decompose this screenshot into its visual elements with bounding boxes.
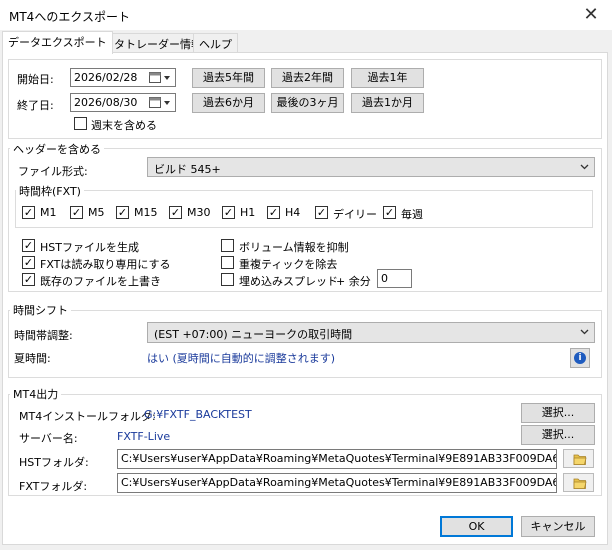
timeframe-group-title: 時間枠(FXT) xyxy=(16,183,84,199)
timeframe-m1-checkbox[interactable]: ✓ xyxy=(22,206,35,219)
embedded-spread-label: 埋め込みスプレッド xyxy=(239,275,338,288)
select-install-folder-button[interactable]: 選択... xyxy=(521,403,595,423)
server-name-label: サーバー名: xyxy=(19,432,78,445)
end-date-label: 終了日: xyxy=(17,99,54,112)
overwrite-files-checkbox[interactable]: ✓ xyxy=(22,273,35,286)
remove-duplicate-ticks-checkbox[interactable] xyxy=(221,256,234,269)
cancel-button[interactable]: キャンセル xyxy=(521,516,595,537)
start-date-value: 2026/02/28 xyxy=(74,71,138,84)
timeframe-m5-checkbox[interactable]: ✓ xyxy=(70,206,83,219)
timeshift-group xyxy=(8,310,602,378)
file-format-value: ビルド 545+ xyxy=(154,163,221,176)
suppress-volume-label: ボリューム情報を抑制 xyxy=(239,241,349,254)
extra-margin-label: + 余分 xyxy=(336,275,371,288)
timeframe-m15-checkbox[interactable]: ✓ xyxy=(116,206,129,219)
info-button[interactable]: i xyxy=(570,348,590,368)
timeframe-daily-checkbox[interactable]: ✓ xyxy=(315,206,328,219)
header-group-title: ヘッダーを含める xyxy=(10,141,104,157)
fxt-readonly-label: FXTは読み取り専用にする xyxy=(40,258,171,271)
fxt-readonly-checkbox[interactable]: ✓ xyxy=(22,256,35,269)
info-icon: i xyxy=(574,352,586,364)
last-2-years-button[interactable]: 過去2年間 xyxy=(271,68,344,88)
generate-hst-checkbox[interactable]: ✓ xyxy=(22,239,35,252)
timeframe-m30-checkbox[interactable]: ✓ xyxy=(169,206,182,219)
timezone-select[interactable]: (EST +07:00) ニューヨークの取引時間 xyxy=(147,322,595,343)
install-folder-value: G:¥FXTF_BACKTEST xyxy=(144,408,252,421)
fxt-folder-browse-button[interactable] xyxy=(563,473,594,492)
timeframe-weekly-checkbox[interactable]: ✓ xyxy=(383,206,396,219)
extra-margin-value: 0 xyxy=(381,272,388,285)
file-format-label: ファイル形式: xyxy=(18,165,88,178)
calendar-icon[interactable] xyxy=(149,96,173,109)
overwrite-files-label: 既存のファイルを上書き xyxy=(40,275,161,288)
timeframe-h1-label: H1 xyxy=(240,206,256,219)
chevron-down-icon xyxy=(580,329,589,335)
select-server-button[interactable]: 選択... xyxy=(521,425,595,445)
output-group-title: MT4出力 xyxy=(10,386,62,402)
generate-hst-label: HSTファイルを生成 xyxy=(40,241,139,254)
folder-icon xyxy=(573,454,587,465)
chevron-down-icon xyxy=(580,164,589,170)
tab-metatrader-info[interactable]: メタトレーダー情報 xyxy=(97,33,208,52)
embedded-spread-checkbox[interactable] xyxy=(221,273,234,286)
hst-folder-input[interactable]: C:¥Users¥user¥AppData¥Roaming¥MetaQuotes… xyxy=(117,449,557,469)
timeframe-m5-label: M5 xyxy=(88,206,105,219)
suppress-volume-checkbox[interactable] xyxy=(221,239,234,252)
server-name-value: FXTF-Live xyxy=(117,430,171,443)
include-weekends-label: 週末を含める xyxy=(91,119,157,132)
last-3-months-button[interactable]: 最後の3ヶ月 xyxy=(271,93,344,113)
timeshift-group-title: 時間シフト xyxy=(10,302,71,318)
fxt-folder-value: C:¥Users¥user¥AppData¥Roaming¥MetaQuotes… xyxy=(121,476,557,489)
remove-duplicate-ticks-label: 重複ティックを除去 xyxy=(239,258,338,271)
dst-label: 夏時間: xyxy=(14,352,51,365)
timeframe-h4-label: H4 xyxy=(285,206,301,219)
last-1-year-button[interactable]: 過去1年 xyxy=(351,68,424,88)
start-date-label: 開始日: xyxy=(17,73,54,86)
include-weekends-checkbox[interactable] xyxy=(74,117,87,130)
tab-data-export[interactable]: データエクスポート xyxy=(2,31,113,54)
end-date-value: 2026/08/30 xyxy=(74,96,138,109)
window-title: MT4へのエクスポート xyxy=(9,10,130,24)
install-folder-label: MT4インストールフォルダ: xyxy=(19,410,156,423)
last-1-month-button[interactable]: 過去1か月 xyxy=(351,93,424,113)
extra-margin-input[interactable]: 0 xyxy=(377,269,412,288)
timeframe-m1-label: M1 xyxy=(40,206,57,219)
last-5-years-button[interactable]: 過去5年間 xyxy=(192,68,265,88)
timeframe-h1-checkbox[interactable]: ✓ xyxy=(222,206,235,219)
dst-value: はい (夏時間に自動的に調整されます) xyxy=(147,352,336,365)
timeframe-daily-label: デイリー xyxy=(333,208,377,221)
hst-folder-label: HSTフォルダ: xyxy=(19,456,89,469)
timezone-value: (EST +07:00) ニューヨークの取引時間 xyxy=(154,328,353,341)
calendar-icon[interactable] xyxy=(149,71,173,84)
hst-folder-value: C:¥Users¥user¥AppData¥Roaming¥MetaQuotes… xyxy=(121,452,557,465)
folder-icon xyxy=(573,478,587,489)
last-6-months-button[interactable]: 過去6か月 xyxy=(192,93,265,113)
timezone-label: 時間帯調整: xyxy=(14,329,73,342)
timeframe-m15-label: M15 xyxy=(134,206,158,219)
timeframe-h4-checkbox[interactable]: ✓ xyxy=(267,206,280,219)
file-format-select[interactable]: ビルド 545+ xyxy=(147,157,595,177)
ok-button[interactable]: OK xyxy=(440,516,513,537)
tab-help[interactable]: ヘルプ xyxy=(193,33,238,52)
fxt-folder-label: FXTフォルダ: xyxy=(19,480,88,493)
timeframe-m30-label: M30 xyxy=(187,206,211,219)
close-icon[interactable]: ✕ xyxy=(576,3,606,27)
fxt-folder-input[interactable]: C:¥Users¥user¥AppData¥Roaming¥MetaQuotes… xyxy=(117,473,557,493)
timeframe-weekly-label: 毎週 xyxy=(401,208,423,221)
hst-folder-browse-button[interactable] xyxy=(563,449,594,468)
